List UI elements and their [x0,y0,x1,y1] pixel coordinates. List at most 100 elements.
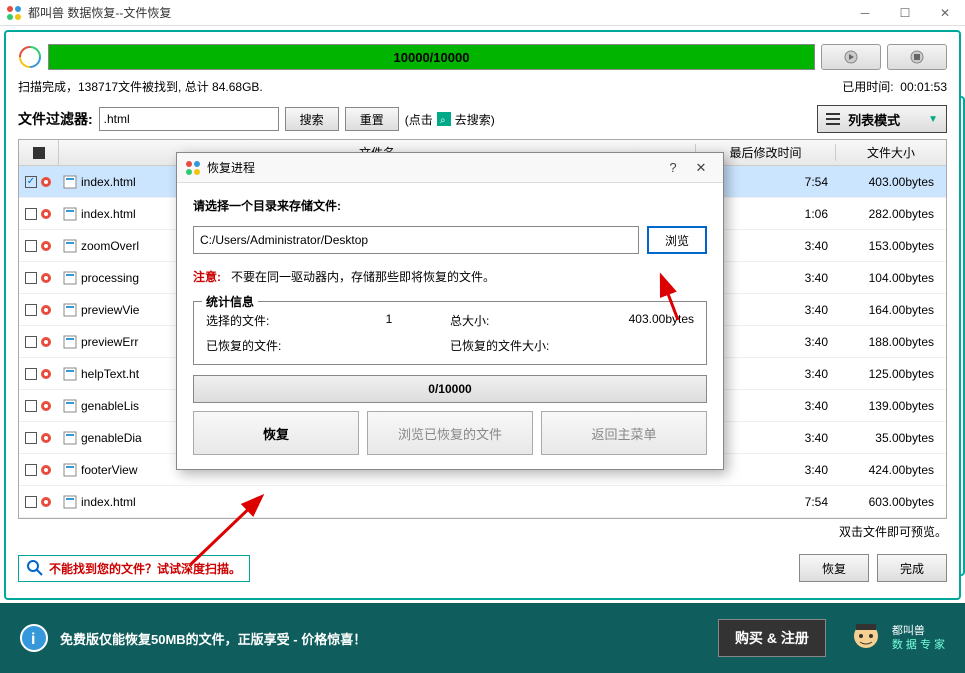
magnifier-icon [27,560,43,576]
info-icon: i [20,624,48,652]
search-button[interactable]: 搜索 [285,107,339,131]
footer-banner: i 免费版仅能恢复50MB的文件，正版享受 - 价格惊喜！ 购买 & 注册 都叫… [0,603,965,673]
mascot-icon [846,618,886,658]
status-icon [39,335,53,349]
recovery-progress: 0/10000 [193,375,707,403]
dialog-help-button[interactable]: ? [659,160,687,175]
maximize-button[interactable]: ☐ [885,0,925,26]
file-name: processing [81,271,139,285]
close-button[interactable]: ✕ [925,0,965,26]
recovered-size-label: 已恢复的文件大小: [450,337,572,354]
minimize-button[interactable]: ─ [845,0,885,26]
file-size: 282.00bytes [836,207,946,221]
status-icon [39,463,53,477]
buy-register-button[interactable]: 购买 & 注册 [718,619,826,657]
status-icon [39,175,53,189]
file-name: previewVie [81,303,139,317]
row-checkbox[interactable] [25,272,37,284]
file-icon [63,335,77,349]
file-icon [63,303,77,317]
file-name: zoomOverl [81,239,139,253]
file-icon [63,271,77,285]
search-hint-icon: ⌕ [437,112,451,126]
select-all-checkbox[interactable] [33,147,45,159]
reset-button[interactable]: 重置 [345,107,399,131]
row-checkbox[interactable] [25,336,37,348]
status-icon [39,367,53,381]
row-checkbox[interactable]: ✓ [25,176,37,188]
browse-recovered-button[interactable]: 浏览已恢复的文件 [367,411,533,455]
scan-summary: 扫描完成，138717文件被找到, 总计 84.68GB. [18,78,263,95]
status-icon [39,207,53,221]
file-size: 424.00bytes [836,463,946,477]
file-size: 35.00bytes [836,431,946,445]
row-checkbox[interactable] [25,400,37,412]
done-button[interactable]: 完成 [877,554,947,582]
filter-input[interactable] [99,107,279,131]
save-path-input[interactable] [193,226,639,254]
dialog-instruction: 请选择一个目录来存储文件: [193,197,707,214]
stop-button[interactable] [887,44,947,70]
file-name: index.html [81,495,136,509]
recovered-size-value [572,337,694,354]
dialog-recover-button[interactable]: 恢复 [193,411,359,455]
scan-progress-bar: 10000/10000 [48,44,815,70]
window-title: 都叫兽 数据恢复--文件恢复 [28,4,845,21]
row-checkbox[interactable] [25,368,37,380]
table-row[interactable]: index.html7:54603.00bytes [19,486,946,518]
app-icon [6,5,22,21]
play-icon [844,50,858,64]
titlebar: 都叫兽 数据恢复--文件恢复 ─ ☐ ✕ [0,0,965,26]
recovery-dialog: 恢复进程 ? ✕ 请选择一个目录来存储文件: 浏览 注意:不要在同一驱动器内，存… [176,152,724,470]
file-name: genableLis [81,399,139,413]
back-to-menu-button[interactable]: 返回主菜单 [541,411,707,455]
status-icon [39,271,53,285]
stop-icon [910,50,924,64]
file-name: footerView [81,463,137,477]
selected-files-label: 选择的文件: [206,312,328,329]
row-checkbox[interactable] [25,464,37,476]
warning-text: 注意:不要在同一驱动器内，存储那些即将恢复的文件。 [193,268,707,285]
play-button[interactable] [821,44,881,70]
recover-button[interactable]: 恢复 [799,554,869,582]
file-icon [63,463,77,477]
dialog-close-button[interactable]: ✕ [687,160,715,176]
row-checkbox[interactable] [25,304,37,316]
file-size: 104.00bytes [836,271,946,285]
recovered-files-label: 已恢复的文件: [206,337,328,354]
file-time: 7:54 [696,495,836,509]
browse-button[interactable]: 浏览 [647,226,707,254]
row-checkbox[interactable] [25,240,37,252]
row-checkbox[interactable] [25,432,37,444]
total-size-label: 总大小: [450,312,572,329]
selected-files-value: 1 [328,312,450,329]
search-hint: (点击 ⌕ 去搜索) [405,111,495,128]
file-icon [63,175,77,189]
status-icon [39,399,53,413]
recovered-files-value [328,337,450,354]
file-size: 125.00bytes [836,367,946,381]
file-icon [63,399,77,413]
file-name: index.html [81,175,136,189]
status-icon [39,495,53,509]
banner-text: 免费版仅能恢复50MB的文件，正版享受 - 价格惊喜！ [60,629,718,648]
svg-text:⌕: ⌕ [440,115,446,126]
stats-box: 统计信息 选择的文件: 1 总大小: 403.00bytes 已恢复的文件: 已… [193,301,707,365]
column-size[interactable]: 文件大小 [836,144,946,161]
status-icon [39,239,53,253]
file-icon [63,367,77,381]
view-mode-select[interactable]: 列表模式 ▼ [817,105,947,133]
row-checkbox[interactable] [25,208,37,220]
brand-logo: 都叫兽 数 据 专 家 [846,618,945,658]
file-name: index.html [81,207,136,221]
total-size-value: 403.00bytes [572,312,694,329]
file-icon [63,495,77,509]
file-name: previewErr [81,335,138,349]
elapsed-time: 已用时间: 00:01:53 [842,78,947,95]
dropdown-icon: ▼ [928,114,938,125]
dialog-icon [185,160,201,176]
row-checkbox[interactable] [25,496,37,508]
file-size: 139.00bytes [836,399,946,413]
file-size: 164.00bytes [836,303,946,317]
deep-scan-link[interactable]: 不能找到您的文件？试试深度扫描。 [18,555,250,582]
